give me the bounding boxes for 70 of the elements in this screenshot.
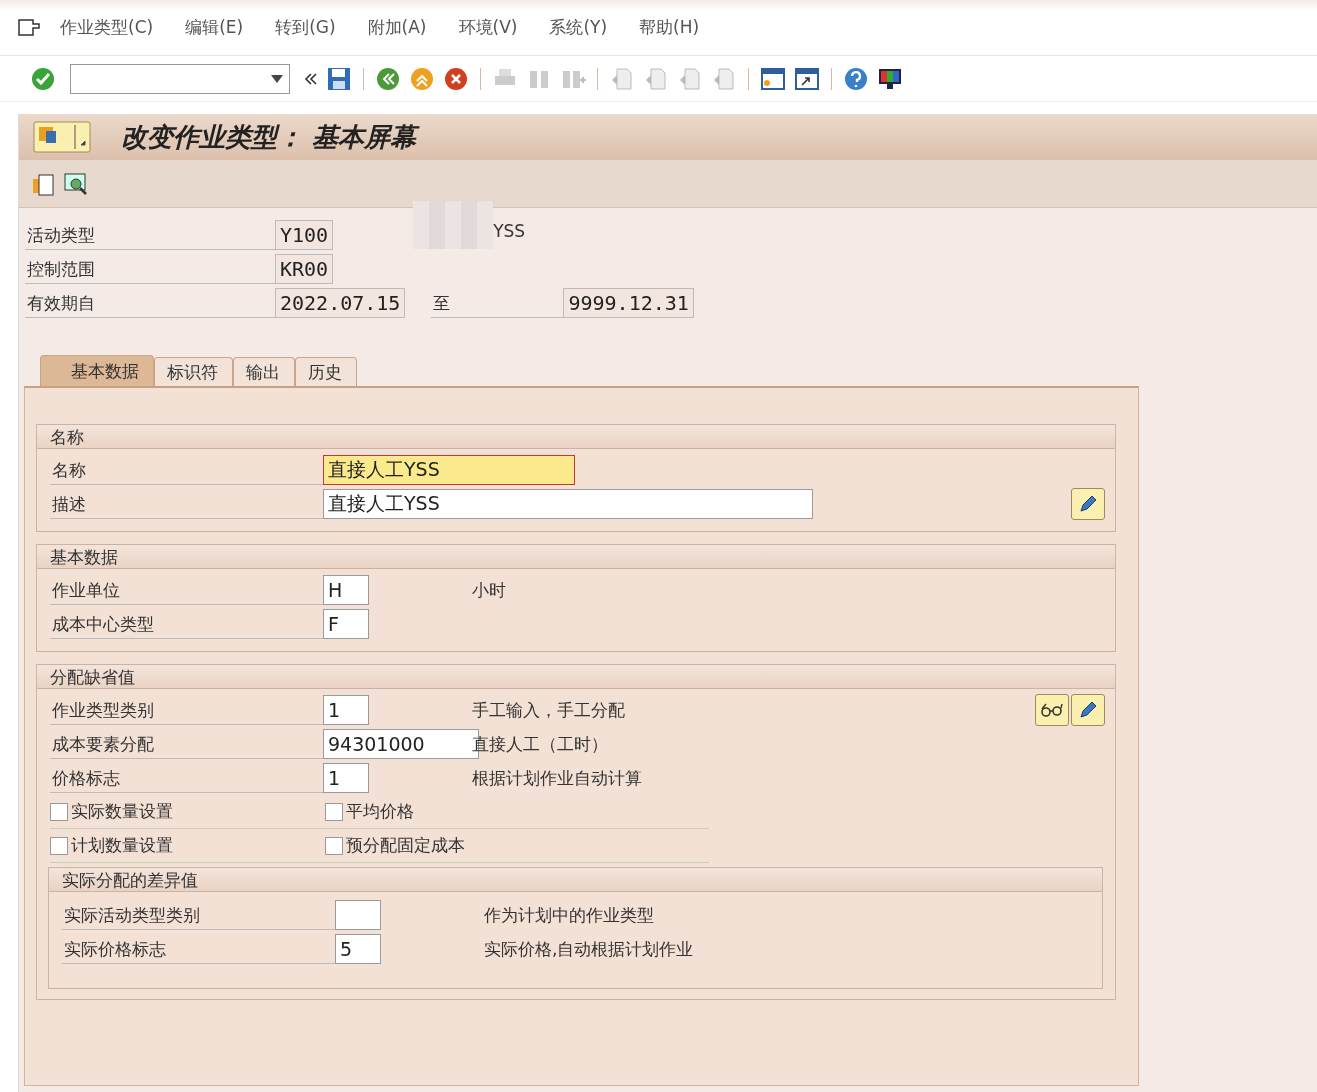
- checkmark-icon[interactable]: [30, 65, 56, 92]
- group-title: 分配缺省值: [37, 665, 1115, 689]
- input-field[interactable]: 5: [335, 934, 381, 964]
- display-button[interactable]: [1035, 694, 1069, 726]
- group-title: 名称: [37, 425, 1115, 449]
- group-title: 基本数据: [37, 545, 1115, 569]
- readonly-field: KR00: [275, 254, 334, 284]
- checkbox[interactable]: [325, 802, 343, 821]
- field-label: 成本中心类型: [50, 609, 323, 639]
- input-field[interactable]: 1: [323, 695, 369, 725]
- tab[interactable]: 基本数据: [40, 355, 154, 386]
- input-field[interactable]: 直接人工YSS: [323, 455, 575, 485]
- field-description: 手工输入，手工分配: [472, 698, 625, 722]
- field-label: 名称: [50, 455, 323, 485]
- shortcut-icon[interactable]: [794, 65, 820, 92]
- menu-item[interactable]: 系统(Y): [549, 16, 608, 39]
- menu-item[interactable]: 作业类型(C): [60, 16, 154, 39]
- readonly-field: 2022.07.15: [275, 288, 406, 318]
- field-description: YSS: [493, 221, 526, 241]
- field-label: 实际活动类型类别: [62, 900, 335, 930]
- screen-search-icon[interactable]: [63, 170, 89, 197]
- field-label: 作业单位: [50, 575, 323, 605]
- input-field[interactable]: H: [323, 575, 369, 605]
- field-label: 描述: [50, 489, 323, 519]
- readonly-field: Y100: [275, 220, 334, 250]
- readonly-field: 9999.12.31: [563, 288, 694, 318]
- menu-item[interactable]: 帮助(H): [639, 16, 700, 39]
- tab[interactable]: 标识符: [154, 357, 233, 386]
- input-field[interactable]: 直接人工YSS: [323, 489, 813, 519]
- menu-icon[interactable]: [18, 18, 40, 37]
- field-label: 价格标志: [50, 763, 323, 793]
- tab[interactable]: 输出: [233, 357, 295, 386]
- menu-item[interactable]: 环境(V): [458, 16, 518, 39]
- input-field[interactable]: F: [323, 609, 369, 639]
- field-description: 作为计划中的作业类型: [484, 903, 654, 927]
- field-description: 实际价格,自动根据计划作业: [484, 937, 694, 961]
- dropdown-icon: [271, 74, 283, 83]
- exit-icon[interactable]: [409, 65, 435, 92]
- field-description: 根据计划作业自动计算: [472, 766, 642, 790]
- group-title: 实际分配的差异值: [49, 868, 1102, 892]
- edit-button[interactable]: [1071, 694, 1105, 726]
- checkbox[interactable]: [50, 802, 68, 821]
- pencil-icon: [1078, 700, 1098, 720]
- tab[interactable]: 历史: [295, 357, 357, 386]
- checkbox-option[interactable]: 平均价格: [325, 795, 709, 829]
- command-field[interactable]: [70, 63, 290, 94]
- save-icon[interactable]: [326, 65, 352, 92]
- new-window-icon[interactable]: [760, 65, 786, 92]
- checkbox-option[interactable]: 计划数量设置: [50, 829, 325, 863]
- checkbox[interactable]: [50, 836, 68, 855]
- menu-item[interactable]: 转到(G): [275, 16, 336, 39]
- menu-item[interactable]: 编辑(E): [185, 16, 244, 39]
- input-field[interactable]: [335, 900, 381, 930]
- pencil-icon: [1078, 494, 1098, 514]
- glasses-icon: [1040, 702, 1064, 718]
- checkbox-option[interactable]: 实际数量设置: [50, 795, 325, 829]
- field-label: 实际价格标志: [62, 934, 335, 964]
- field-label: 成本要素分配: [50, 729, 323, 759]
- checkbox-option[interactable]: 预分配固定成本: [325, 829, 709, 863]
- back-icon[interactable]: [375, 65, 401, 92]
- checkbox[interactable]: [325, 836, 343, 855]
- collapse-icon[interactable]: [304, 71, 318, 86]
- transaction-menu-icon[interactable]: [33, 121, 91, 153]
- input-field[interactable]: 1: [323, 763, 369, 793]
- menu-item[interactable]: 附加(A): [367, 16, 427, 39]
- cancel-icon[interactable]: [443, 65, 469, 92]
- help-icon[interactable]: [843, 65, 869, 92]
- edit-button[interactable]: [1071, 488, 1105, 520]
- field-label: 作业类型类别: [50, 695, 323, 725]
- field-description: 小时: [472, 578, 506, 602]
